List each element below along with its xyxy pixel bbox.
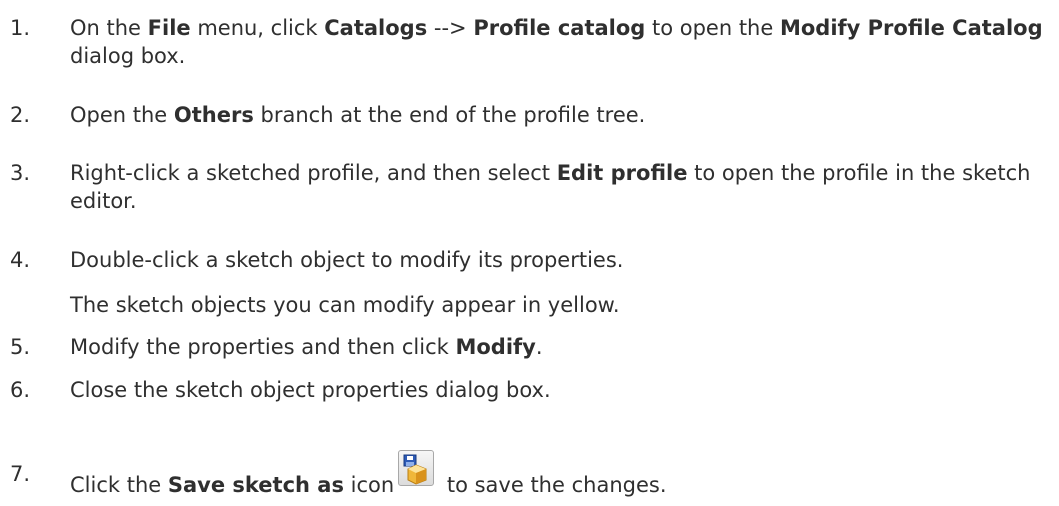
step-text: On the File menu, click Catalogs --> Pro… <box>70 16 1043 68</box>
catalogs-label: Catalogs <box>324 16 428 40</box>
save-sketch-icon[interactable] <box>398 450 435 486</box>
step-4-note: The sketch objects you can modify appear… <box>70 293 620 317</box>
step-text: Click the Save sketch as icon to save th… <box>70 450 1053 499</box>
profile-catalog-label: Profile catalog <box>473 16 646 40</box>
step-number: 4. <box>10 248 31 272</box>
others-label: Others <box>173 103 254 127</box>
modify-label: Modify <box>455 335 536 359</box>
step-number: 5. <box>10 335 31 359</box>
file-menu-label: File <box>147 16 191 40</box>
edit-profile-label: Edit profile <box>556 161 688 185</box>
step-text: Double-click a sketch object to modify i… <box>70 248 624 272</box>
step-text: Open the Others branch at the end of the… <box>70 103 646 127</box>
step-text: Modify the properties and then click Mod… <box>70 335 543 359</box>
step-number: 1. <box>10 16 31 40</box>
step-number: 7. <box>10 462 31 486</box>
step-number: 3. <box>10 161 31 185</box>
step-text: Close the sketch object properties dialo… <box>70 378 551 402</box>
step-number: 2. <box>10 103 31 127</box>
modify-profile-catalog-label: Modify Profile Catalog <box>779 16 1043 40</box>
instruction-steps: 1. On the File menu, click Catalogs --> … <box>0 0 1059 506</box>
save-sketch-as-label: Save sketch as <box>167 473 344 497</box>
step-text: Right-click a sketched profile, and then… <box>70 161 1031 213</box>
step-number: 6. <box>10 378 31 402</box>
